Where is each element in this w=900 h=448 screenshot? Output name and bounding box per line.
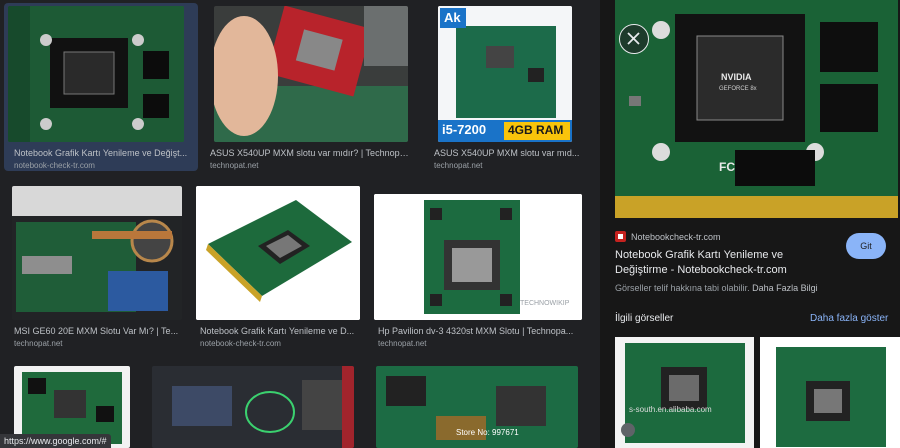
related-image[interactable]	[760, 337, 900, 448]
gpu-card-large-image	[615, 0, 898, 218]
result-thumbnail[interactable]: Store No: 997671	[376, 366, 578, 448]
preview-title-link[interactable]: Notebook Grafik Kartı Yenileme ve Değişt…	[615, 248, 835, 278]
result-tile[interactable]	[152, 366, 356, 448]
result-tile[interactable]: Notebook Grafik Kartı Yenileme ve D... n…	[196, 186, 366, 350]
watermark-text: s-south.en.alibaba.com	[629, 405, 712, 414]
result-tile[interactable]: Store No: 997671	[376, 366, 580, 448]
result-tile[interactable]: Notebook Grafik Kartı Yenileme ve Değişt…	[8, 6, 190, 170]
result-title[interactable]: Hp Pavilion dv-3 4320st MXM Slotu | Tech…	[378, 326, 582, 336]
site-favicon	[615, 231, 626, 242]
see-more-link[interactable]: Daha fazla göster	[810, 313, 888, 324]
brand-badge: Ak	[444, 10, 461, 25]
laptop-motherboard-image	[214, 6, 408, 142]
related-images-heading: İlgili görseller	[615, 313, 674, 324]
close-icon	[627, 32, 640, 45]
result-title[interactable]: MSI GE60 20E MXM Slotu Var Mı? | Te...	[14, 326, 184, 336]
result-source: technopat.net	[210, 161, 259, 170]
image-results-grid: Notebook Grafik Kartı Yenileme ve Değişt…	[0, 0, 600, 448]
result-tile[interactable]: TECHNOWIKIP Hp Pavilion dv-3 4320st MXM …	[374, 186, 584, 350]
result-thumbnail[interactable]	[196, 186, 360, 320]
learn-more-link[interactable]: Daha Fazla Bilgi	[752, 283, 818, 293]
gpu-card-angled-image	[196, 186, 360, 320]
related-gpu-image	[760, 337, 900, 448]
laptop-interior-image	[152, 366, 354, 448]
result-tile[interactable]: MSI GE60 20E MXM Slotu Var Mı? | Te... t…	[12, 186, 192, 350]
result-source: technopat.net	[14, 339, 63, 348]
close-button[interactable]	[619, 24, 649, 54]
msi-laptop-interior-image	[12, 186, 182, 320]
preview-image[interactable]: NVIDIA GEFORCE 8x FC	[615, 0, 898, 218]
go-button[interactable]: Git	[846, 233, 886, 259]
result-title[interactable]: Notebook Grafik Kartı Yenileme ve D...	[200, 326, 360, 336]
result-thumbnail[interactable]	[152, 366, 354, 448]
watermark-text: TECHNOWIKIP	[520, 300, 570, 307]
chip-label: GEFORCE 8x	[719, 86, 757, 92]
result-title[interactable]: ASUS X540UP MXM slotu var mıd...	[434, 148, 584, 158]
tag-icon	[621, 423, 635, 437]
cpu-badge: i5-7200	[442, 122, 487, 137]
chip-label: NVIDIA	[721, 72, 752, 82]
chip-label: FC	[719, 160, 735, 174]
result-source: technopat.net	[378, 339, 427, 348]
gpu-card-image	[8, 6, 184, 142]
related-image[interactable]: s-south.en.alibaba.com	[615, 337, 754, 448]
result-title[interactable]: ASUS X540UP MXM slotu var mıdır? | Techn…	[210, 148, 410, 158]
result-title[interactable]: Notebook Grafik Kartı Yenileme ve Değişt…	[14, 148, 190, 158]
copyright-notice: Görseller telif hakkına tabi olabilir. D…	[615, 283, 818, 293]
result-thumbnail[interactable]: Ak i5-7200 4GB RAM	[438, 6, 572, 142]
result-thumbnail[interactable]: TECHNOWIKIP	[374, 194, 582, 320]
result-source: notebook-check-tr.com	[14, 161, 95, 170]
result-thumbnail[interactable]	[12, 186, 182, 320]
result-thumbnail[interactable]	[8, 6, 184, 142]
result-thumbnail[interactable]	[214, 6, 408, 142]
site-name[interactable]: Notebookcheck-tr.com	[631, 232, 721, 242]
status-bar-url: https://www.google.com/#	[0, 434, 111, 448]
watermark-text: Store No: 997671	[456, 428, 519, 437]
result-source: notebook-check-tr.com	[200, 339, 281, 348]
related-gpu-image	[615, 337, 754, 448]
copyright-text: Görseller telif hakkına tabi olabilir.	[615, 283, 750, 293]
result-source: technopat.net	[434, 161, 483, 170]
ram-badge: 4GB RAM	[508, 123, 564, 137]
result-tile[interactable]: ASUS X540UP MXM slotu var mıdır? | Techn…	[210, 6, 414, 170]
result-tile[interactable]: Ak i5-7200 4GB RAM ASUS X540UP MXM slotu…	[434, 6, 588, 170]
